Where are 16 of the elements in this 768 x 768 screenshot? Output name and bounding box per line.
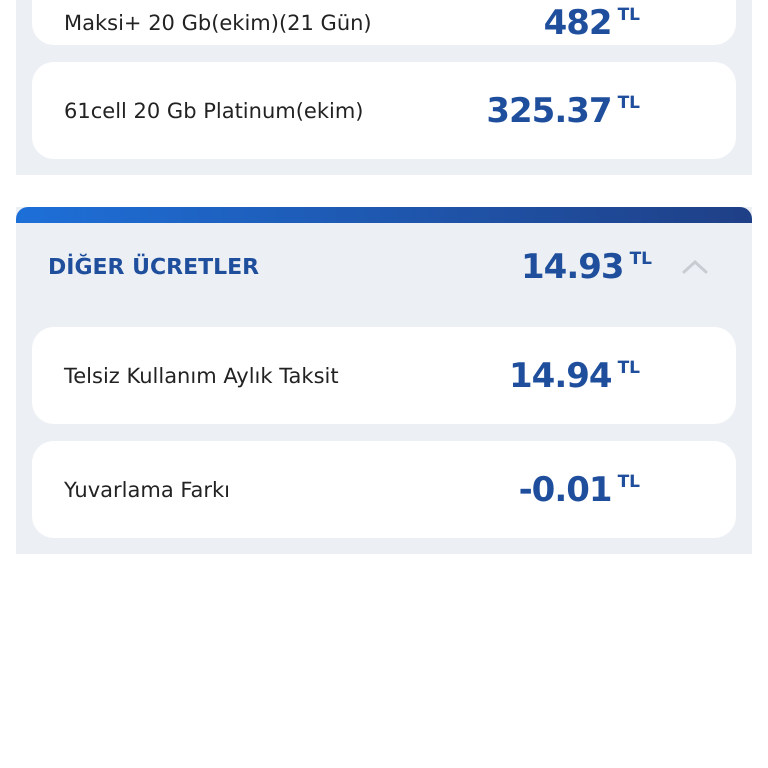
currency-label: TL	[618, 358, 640, 378]
currency-label: TL	[618, 4, 640, 24]
currency-label: TL	[618, 92, 640, 112]
section-title: DİĞER ÜCRETLER	[48, 254, 260, 280]
section-total: 14.93	[521, 247, 624, 287]
fee-amount: 482	[544, 2, 612, 42]
chevron-icon[interactable]	[682, 260, 708, 274]
currency-label: TL	[630, 249, 652, 269]
fee-label: Yuvarlama Farkı	[64, 478, 232, 502]
fee-amount: -0.01	[518, 470, 612, 510]
fee-label: 61cell 20 Gb Platinum(ekim)	[64, 98, 364, 122]
fee-label: Telsiz Kullanım Aylık Taksit	[64, 364, 340, 388]
fee-amount: 14.94	[509, 356, 612, 396]
currency-label: TL	[618, 472, 640, 492]
fee-amount: 325.37	[486, 90, 612, 130]
fee-label: Maksi+ 20 Gb(ekim)(21 Gün)	[64, 10, 373, 34]
